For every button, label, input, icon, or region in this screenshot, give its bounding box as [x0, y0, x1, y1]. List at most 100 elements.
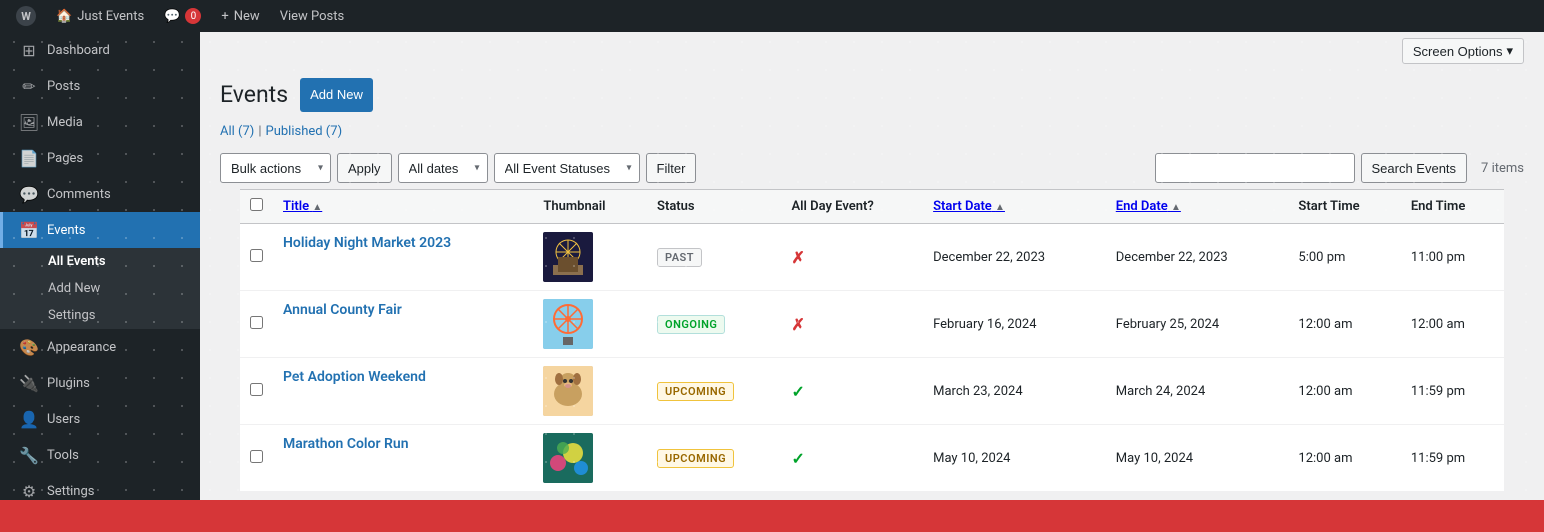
- wp-logo-button[interactable]: W: [8, 0, 44, 32]
- sidebar-item-label: Tools: [47, 448, 79, 463]
- table-header-row: Title ▲ Thumbnail Status All Day Event? …: [240, 190, 1504, 224]
- search-events-button[interactable]: Search Events: [1361, 153, 1468, 183]
- row-checkbox[interactable]: [250, 249, 263, 262]
- users-icon: 👤: [19, 409, 39, 429]
- event-title-link[interactable]: Pet Adoption Weekend: [283, 369, 426, 385]
- end-date-sort-link[interactable]: End Date ▲: [1116, 199, 1181, 214]
- site-name-button[interactable]: 🏠 Just Events: [48, 0, 152, 32]
- row-checkbox-cell: [240, 425, 273, 492]
- search-input[interactable]: [1155, 153, 1355, 183]
- thumbnail-cell: [533, 425, 647, 492]
- row-checkbox[interactable]: [250, 450, 263, 463]
- sidebar-subitem-all-events[interactable]: All Events: [0, 248, 200, 275]
- col-start-time: Start Time: [1288, 190, 1400, 224]
- sidebar-item-dashboard[interactable]: ⊞ Dashboard: [0, 32, 200, 68]
- sidebar-item-label: Plugins: [47, 376, 90, 391]
- wp-admin-layout: ⊞ Dashboard ✏ Posts 🖼 Media 📄 Pages 💬 Co…: [0, 32, 1544, 500]
- sidebar-item-media[interactable]: 🖼 Media: [0, 104, 200, 140]
- sidebar-item-label: Users: [47, 412, 80, 427]
- title-sort-icon: ▲: [312, 202, 322, 213]
- tablenav-right: Search Events 7 items: [1155, 153, 1525, 183]
- status-badge: PAST: [657, 248, 702, 267]
- tools-icon: 🔧: [19, 445, 39, 465]
- event-title-link[interactable]: Holiday Night Market 2023: [283, 235, 451, 251]
- start-time-cell: 12:00 am: [1288, 358, 1400, 425]
- sidebar-item-pages[interactable]: 📄 Pages: [0, 140, 200, 176]
- new-button[interactable]: + New: [213, 0, 267, 32]
- pages-icon: 📄: [19, 148, 39, 168]
- all-link[interactable]: All (7): [220, 124, 254, 139]
- screen-options-bar: Screen Options ▾: [200, 32, 1544, 70]
- items-count: 7 items: [1481, 161, 1524, 176]
- screen-options-button[interactable]: Screen Options ▾: [1402, 38, 1524, 64]
- wp-logo-icon: W: [16, 6, 36, 26]
- all-dates-select[interactable]: All dates: [398, 153, 488, 183]
- comments-icon: 💬: [19, 184, 39, 204]
- table-row: Marathon Color Run UPCOMING ✓ May 10, 20…: [240, 425, 1504, 492]
- sidebar-item-events[interactable]: 📅 Events: [0, 212, 200, 248]
- end-date-sort-icon: ▲: [1171, 202, 1181, 213]
- start-time-cell: 12:00 am: [1288, 425, 1400, 492]
- add-new-label: Add New: [48, 281, 100, 296]
- thumbnail: [543, 433, 593, 483]
- start-date-sort-link[interactable]: Start Date ▲: [933, 199, 1005, 214]
- table-row: Pet Adoption Weekend UPCOMING ✓ March 23…: [240, 358, 1504, 425]
- select-all-checkbox[interactable]: [250, 198, 263, 211]
- col-status: Status: [647, 190, 781, 224]
- sidebar-item-users[interactable]: 👤 Users: [0, 401, 200, 437]
- all-day-cell: ✗: [781, 224, 923, 291]
- end-time-cell: 11:00 pm: [1401, 224, 1504, 291]
- end-date-cell: February 25, 2024: [1106, 291, 1289, 358]
- sidebar-item-posts[interactable]: ✏ Posts: [0, 68, 200, 104]
- status-cell: UPCOMING: [647, 358, 781, 425]
- row-checkbox[interactable]: [250, 383, 263, 396]
- start-date-cell: December 22, 2023: [923, 224, 1106, 291]
- row-checkbox[interactable]: [250, 316, 263, 329]
- sidebar-item-label: Settings: [47, 484, 94, 499]
- filter-button[interactable]: Filter: [646, 153, 697, 183]
- sidebar-item-label: Comments: [47, 187, 111, 202]
- title-sort-link[interactable]: Title ▲: [283, 199, 322, 214]
- sidebar-item-label: Pages: [47, 151, 83, 166]
- comments-button[interactable]: 💬 0: [156, 0, 209, 32]
- start-date-cell: March 23, 2024: [923, 358, 1106, 425]
- add-new-button[interactable]: Add New: [300, 78, 373, 112]
- start-time-cell: 5:00 pm: [1288, 224, 1400, 291]
- posts-icon: ✏: [19, 76, 39, 96]
- admin-bar: W 🏠 Just Events 💬 0 + New View Posts: [0, 0, 1544, 32]
- plugins-icon: 🔌: [19, 373, 39, 393]
- home-icon: 🏠: [56, 9, 72, 24]
- settings-icon: ⚙: [19, 481, 39, 500]
- thumbnail: [543, 366, 593, 416]
- thumbnail-cell: [533, 224, 647, 291]
- sidebar-menu: ⊞ Dashboard ✏ Posts 🖼 Media 📄 Pages 💬 Co…: [0, 32, 200, 500]
- sidebar-subitem-add-new[interactable]: Add New: [0, 275, 200, 302]
- bulk-actions-select[interactable]: Bulk actions: [220, 153, 331, 183]
- sidebar-subitem-settings[interactable]: Settings: [0, 302, 200, 329]
- status-cell: UPCOMING: [647, 425, 781, 492]
- sidebar-item-settings[interactable]: ⚙ Settings: [0, 473, 200, 500]
- row-checkbox-cell: [240, 291, 273, 358]
- tablenav-top: Bulk actions ▾ Apply All dates ▾ All Eve…: [200, 147, 1544, 189]
- apply-button[interactable]: Apply: [337, 153, 392, 183]
- sidebar-item-comments[interactable]: 💬 Comments: [0, 176, 200, 212]
- sidebar-item-appearance[interactable]: 🎨 Appearance: [0, 329, 200, 365]
- published-link[interactable]: Published (7): [266, 124, 343, 139]
- view-posts-label: View Posts: [280, 9, 345, 24]
- sidebar-item-tools[interactable]: 🔧 Tools: [0, 437, 200, 473]
- view-posts-button[interactable]: View Posts: [272, 0, 353, 32]
- start-date-cell: February 16, 2024: [923, 291, 1106, 358]
- sidebar-item-label: Posts: [47, 79, 80, 94]
- tablenav-left: Bulk actions ▾ Apply All dates ▾ All Eve…: [220, 153, 696, 183]
- sidebar-item-label: Events: [47, 223, 85, 238]
- event-title-link[interactable]: Annual County Fair: [283, 302, 402, 318]
- sidebar-item-plugins[interactable]: 🔌 Plugins: [0, 365, 200, 401]
- all-statuses-select[interactable]: All Event Statuses: [494, 153, 640, 183]
- col-end-time: End Time: [1401, 190, 1504, 224]
- filter-links: All (7) | Published (7): [200, 124, 1544, 147]
- sidebar: ⊞ Dashboard ✏ Posts 🖼 Media 📄 Pages 💬 Co…: [0, 32, 200, 500]
- sidebar-item-label: Dashboard: [47, 43, 110, 58]
- row-checkbox-cell: [240, 224, 273, 291]
- thumbnail-cell: [533, 291, 647, 358]
- event-title-link[interactable]: Marathon Color Run: [283, 436, 409, 452]
